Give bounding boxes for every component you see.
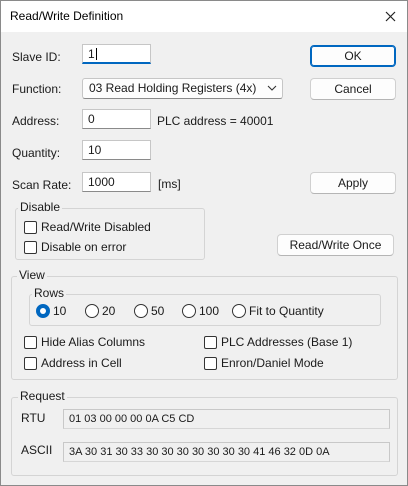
apply-button[interactable]: Apply [310,172,396,194]
enron-daniel-mode-label: Enron/Daniel Mode [221,356,324,370]
radio-circle [134,304,148,318]
slave-id-value: 1 [88,47,95,61]
plc-addresses-label: PLC Addresses (Base 1) [221,335,353,349]
function-label: Function: [12,82,62,96]
checkbox-box [24,220,37,234]
chevron-down-icon [267,85,277,91]
rows-radio-label: 100 [199,304,220,318]
dialog-window: Read/Write Definition Slave ID: 1 Functi… [0,0,408,486]
slave-id-input[interactable]: 1 [82,44,151,64]
read-write-disabled-label: Read/Write Disabled [41,220,151,234]
rows-radio-10[interactable]: 10 [36,304,66,318]
address-value: 0 [88,112,95,126]
disable-group-title: Disable [18,200,63,214]
quantity-input[interactable]: 10 [82,140,151,160]
close-button[interactable] [379,5,401,27]
disable-on-error-label: Disable on error [41,240,127,254]
rows-radio-label: 20 [102,304,116,318]
checkbox-box [24,335,37,349]
rows-group-title: Rows [32,286,67,300]
slave-id-label: Slave ID: [12,50,61,64]
rows-radio-100[interactable]: 100 [182,304,219,318]
function-select[interactable]: 03 Read Holding Registers (4x) [82,78,283,99]
scan-rate-unit: [ms] [158,177,181,191]
window-title: Read/Write Definition [10,9,124,23]
ascii-label: ASCII [21,443,53,457]
address-label: Address: [12,114,60,128]
request-group-title: Request [18,389,67,403]
checkbox-box [204,335,217,349]
hide-alias-columns-checkbox[interactable]: Hide Alias Columns [24,335,145,349]
scan-rate-label: Scan Rate: [12,178,72,192]
plc-addresses-checkbox[interactable]: PLC Addresses (Base 1) [204,335,352,349]
quantity-label: Quantity: [12,146,61,160]
title-bar[interactable]: Read/Write Definition [1,1,407,32]
enron-daniel-mode-checkbox[interactable]: Enron/Daniel Mode [204,356,324,370]
address-in-cell-checkbox[interactable]: Address in Cell [24,356,122,370]
rows-radio-label: 10 [53,304,67,318]
view-group-title: View [17,268,47,282]
cancel-button[interactable]: Cancel [310,78,396,100]
text-caret [95,48,97,60]
function-selected-value: 03 Read Holding Registers (4x) [89,81,257,95]
rows-radio-20[interactable]: 20 [85,304,115,318]
rows-radio-fit-to-quantity[interactable]: Fit to Quantity [232,304,324,318]
quantity-value: 10 [88,143,102,157]
address-input[interactable]: 0 [82,109,151,129]
checkbox-box [204,356,217,370]
ascii-request-field[interactable]: 3A 30 31 30 33 30 30 30 30 30 30 30 41 4… [63,442,390,462]
scan-rate-input[interactable]: 1000 [82,172,151,192]
rows-radio-50[interactable]: 50 [134,304,164,318]
rows-radio-label: 50 [151,304,165,318]
radio-circle [36,304,50,318]
close-icon [385,11,395,21]
read-write-disabled-checkbox[interactable]: Read/Write Disabled [24,220,151,234]
ascii-request-value: 3A 30 31 30 33 30 30 30 30 30 30 30 41 4… [69,446,330,458]
checkbox-box [24,240,37,254]
ok-button[interactable]: OK [310,45,396,67]
scan-rate-value: 1000 [88,175,115,189]
read-write-once-button[interactable]: Read/Write Once [277,234,394,256]
radio-circle [232,304,246,318]
checkbox-box [24,356,37,370]
radio-circle [85,304,99,318]
rtu-request-field[interactable]: 01 03 00 00 00 0A C5 CD [63,409,390,429]
plc-address-note: PLC address = 40001 [157,114,274,128]
disable-on-error-checkbox[interactable]: Disable on error [24,240,126,254]
radio-circle [182,304,196,318]
rtu-request-value: 01 03 00 00 00 0A C5 CD [69,413,195,425]
address-in-cell-label: Address in Cell [41,356,122,370]
rows-radio-label: Fit to Quantity [249,304,324,318]
hide-alias-columns-label: Hide Alias Columns [41,335,146,349]
rtu-label: RTU [21,411,46,425]
